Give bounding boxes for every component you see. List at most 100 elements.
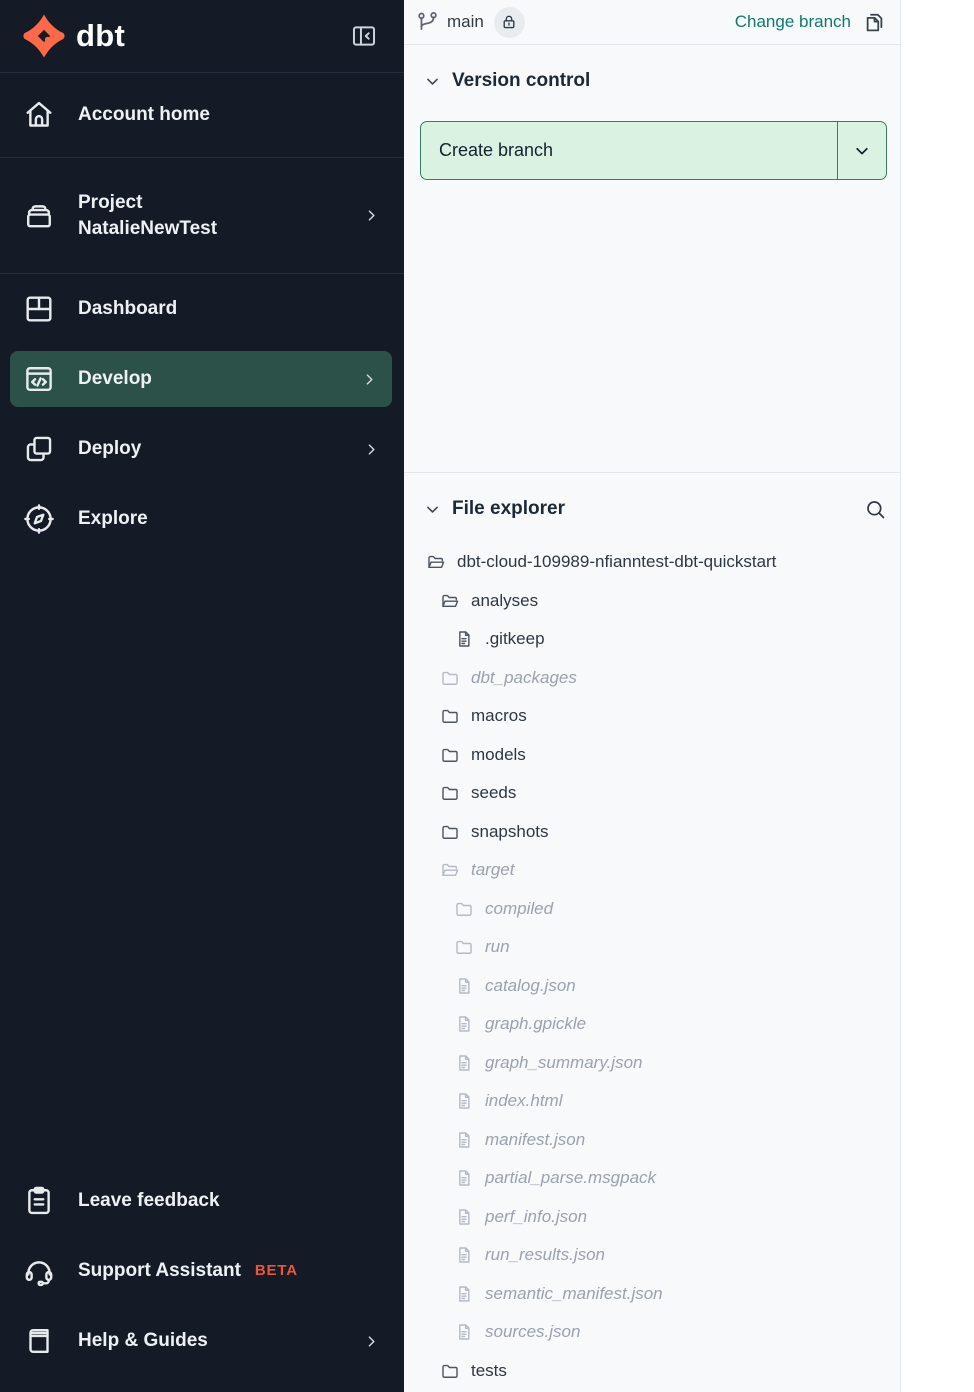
file-tree: dbt-cloud-109989-nfianntest-dbt-quicksta… bbox=[404, 537, 900, 1390]
tree-item-models[interactable]: models bbox=[404, 736, 900, 775]
file-icon bbox=[454, 976, 474, 996]
sidebar-item-label: Dashboard bbox=[78, 296, 177, 322]
tree-item-snapshots[interactable]: snapshots bbox=[404, 813, 900, 852]
tree-item-label: sources.json bbox=[485, 1322, 580, 1342]
file-explorer-panel: main Change branch Version control bbox=[404, 0, 901, 1392]
tree-item-run[interactable]: run bbox=[404, 928, 900, 967]
tree-item-dbt_packages[interactable]: dbt_packages bbox=[404, 659, 900, 698]
chevron-right-icon bbox=[361, 371, 378, 388]
tree-item-run_results.json[interactable]: run_results.json bbox=[404, 1236, 900, 1275]
tree-item-dbt-cloud-109989-nfianntest-dbt-quickstart[interactable]: dbt-cloud-109989-nfianntest-dbt-quicksta… bbox=[404, 543, 900, 582]
sidebar-item-deploy[interactable]: Deploy bbox=[0, 414, 404, 484]
branch-bar: main Change branch bbox=[404, 0, 900, 45]
tree-item-label: dbt-cloud-109989-nfianntest-dbt-quicksta… bbox=[457, 552, 776, 572]
folder-icon bbox=[440, 1361, 460, 1381]
file-icon bbox=[454, 1245, 474, 1265]
chevron-down-icon bbox=[424, 501, 441, 518]
git-branch-icon bbox=[415, 10, 440, 35]
tree-item-partial_parse.msgpack[interactable]: partial_parse.msgpack bbox=[404, 1159, 900, 1198]
file-icon bbox=[454, 629, 474, 649]
create-branch-button[interactable]: Create branch bbox=[420, 121, 887, 180]
copy-icon bbox=[862, 10, 887, 35]
tree-item-label: graph_summary.json bbox=[485, 1053, 642, 1073]
tree-item-label: seeds bbox=[471, 783, 516, 803]
search-icon bbox=[864, 498, 887, 521]
tree-item-manifest.json[interactable]: manifest.json bbox=[404, 1121, 900, 1160]
folder-icon bbox=[454, 899, 474, 919]
tree-item-label: partial_parse.msgpack bbox=[485, 1168, 656, 1188]
collapse-sidebar-button[interactable] bbox=[350, 22, 378, 50]
tree-item-graph.gpickle[interactable]: graph.gpickle bbox=[404, 1005, 900, 1044]
tree-item-label: dbt_packages bbox=[471, 668, 577, 688]
tree-item-tests[interactable]: tests bbox=[404, 1352, 900, 1391]
change-branch-link[interactable]: Change branch bbox=[735, 12, 851, 32]
sidebar-item-support-assistant[interactable]: Support AssistantBETA bbox=[0, 1236, 404, 1306]
version-control-toggle[interactable]: Version control bbox=[424, 70, 590, 92]
copy-branch-button[interactable] bbox=[862, 10, 887, 35]
sidebar-item-label: Project bbox=[78, 190, 142, 216]
create-branch-label: Create branch bbox=[421, 122, 837, 179]
tree-item-perf_info.json[interactable]: perf_info.json bbox=[404, 1198, 900, 1237]
tree-item-target[interactable]: target bbox=[404, 851, 900, 890]
sidebar-item-label: Explore bbox=[78, 506, 148, 532]
sidebar-item-leave-feedback[interactable]: Leave feedback bbox=[0, 1166, 404, 1236]
version-control-section: Version control Create branch bbox=[404, 45, 900, 472]
file-icon bbox=[454, 1168, 474, 1188]
sidebar-item-sublabel: NatalieNewTest bbox=[78, 216, 217, 242]
sidebar-item-develop[interactable]: Develop bbox=[0, 344, 404, 414]
tree-item-label: graph.gpickle bbox=[485, 1014, 586, 1034]
tree-item-macros[interactable]: macros bbox=[404, 697, 900, 736]
folder-open-icon bbox=[426, 552, 446, 572]
headset-icon bbox=[22, 1254, 56, 1288]
file-icon bbox=[454, 1053, 474, 1073]
tree-item-label: perf_info.json bbox=[485, 1207, 587, 1227]
sidebar-item-label: Develop bbox=[78, 366, 152, 392]
app-root: dbt Account home ProjectNatalieNewTest Das… bbox=[0, 0, 974, 1392]
editor-area bbox=[901, 0, 974, 1392]
tree-item-label: index.html bbox=[485, 1091, 562, 1111]
file-explorer-toggle[interactable]: File explorer bbox=[424, 498, 565, 520]
tree-item-label: snapshots bbox=[471, 822, 549, 842]
tree-item-label: macros bbox=[471, 706, 527, 726]
sidebar-item-label: Support Assistant bbox=[78, 1258, 241, 1284]
tree-item-analyses[interactable]: analyses bbox=[404, 582, 900, 621]
tree-item-sources.json[interactable]: sources.json bbox=[404, 1313, 900, 1352]
sidebar-item-label: Account home bbox=[78, 102, 210, 128]
sidebar-item-label: Leave feedback bbox=[78, 1188, 220, 1214]
sidebar-item-help-guides[interactable]: Help & Guides bbox=[0, 1306, 404, 1376]
tree-item-index.html[interactable]: index.html bbox=[404, 1082, 900, 1121]
tree-item-semantic_manifest.json[interactable]: semantic_manifest.json bbox=[404, 1275, 900, 1314]
dbt-logo-icon bbox=[22, 14, 66, 58]
sidebar-item-project[interactable]: ProjectNatalieNewTest bbox=[0, 158, 404, 273]
sidebar-footer: Leave feedback Support AssistantBETA Help … bbox=[0, 1166, 404, 1392]
tree-item-compiled[interactable]: compiled bbox=[404, 890, 900, 929]
file-icon bbox=[454, 1284, 474, 1304]
tree-item-.gitkeep[interactable]: .gitkeep bbox=[404, 620, 900, 659]
folder-icon bbox=[440, 668, 460, 688]
tree-item-graph_summary.json[interactable]: graph_summary.json bbox=[404, 1044, 900, 1083]
sidebar-item-account-home[interactable]: Account home bbox=[0, 73, 404, 157]
sidebar-item-dashboard[interactable]: Dashboard bbox=[0, 274, 404, 344]
tree-item-seeds[interactable]: seeds bbox=[404, 774, 900, 813]
sidebar-header: dbt bbox=[0, 0, 404, 72]
sidebar-nav: Account home ProjectNatalieNewTest Dashboa… bbox=[0, 73, 404, 554]
create-branch-dropdown[interactable] bbox=[837, 122, 886, 179]
sidebar-item-explore[interactable]: Explore bbox=[0, 484, 404, 554]
folder-icon bbox=[440, 706, 460, 726]
folder-icon bbox=[440, 745, 460, 765]
dbt-logo[interactable]: dbt bbox=[22, 14, 125, 58]
archive-icon bbox=[22, 199, 56, 233]
book-icon bbox=[22, 1324, 56, 1358]
chevron-right-icon bbox=[363, 441, 380, 458]
windows-icon bbox=[22, 432, 56, 466]
chevron-down-icon bbox=[424, 73, 441, 90]
folder-open-icon bbox=[440, 860, 460, 880]
file-icon bbox=[454, 1322, 474, 1342]
tree-item-label: target bbox=[471, 860, 514, 880]
folder-icon bbox=[454, 937, 474, 957]
tree-item-label: manifest.json bbox=[485, 1130, 585, 1150]
lock-icon bbox=[500, 13, 518, 31]
tree-item-catalog.json[interactable]: catalog.json bbox=[404, 967, 900, 1006]
search-files-button[interactable] bbox=[864, 498, 887, 521]
sidebar-item-label: Help & Guides bbox=[78, 1328, 208, 1354]
